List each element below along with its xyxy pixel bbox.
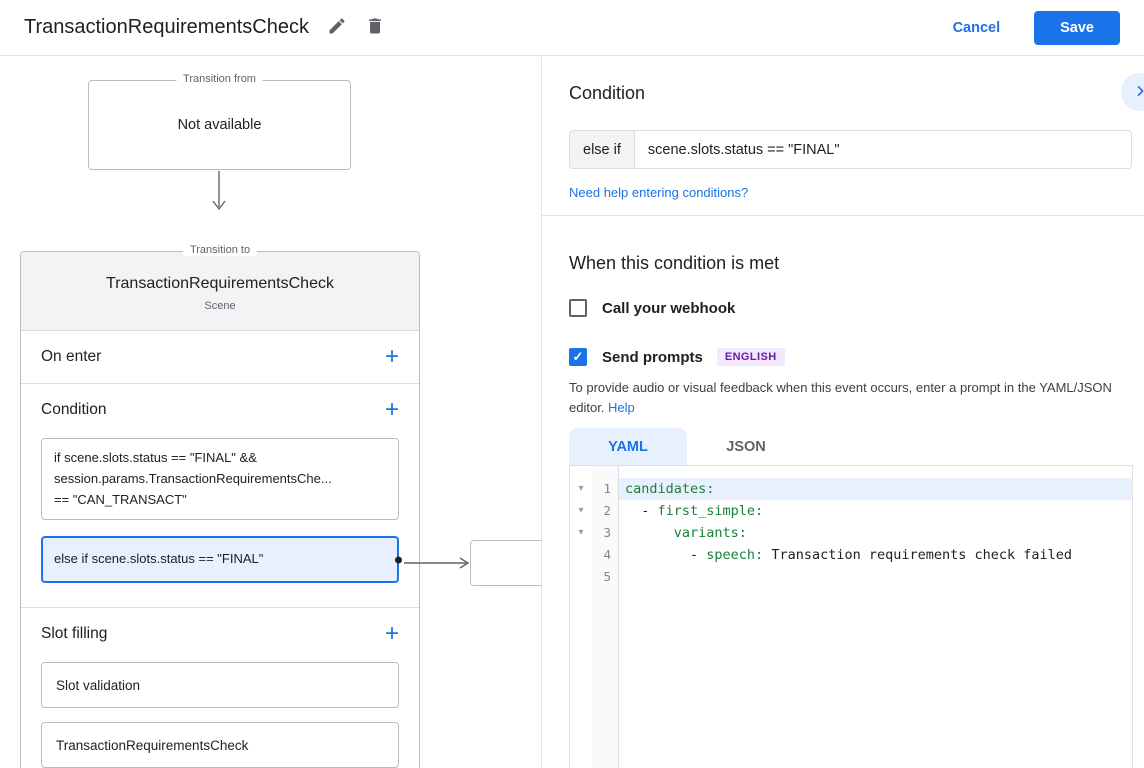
fold-gutter-empty bbox=[570, 566, 592, 588]
condition-item-2-text: else if scene.slots.status == "FINAL" bbox=[54, 551, 263, 566]
code-token: variants: bbox=[674, 525, 747, 541]
code-fold-gutter: ▾ ▾ ▾ bbox=[570, 466, 592, 768]
delete-scene-button[interactable] bbox=[365, 16, 385, 39]
condition-expression-input[interactable] bbox=[635, 131, 1131, 168]
cancel-button[interactable]: Cancel bbox=[953, 20, 1001, 36]
code-token: - bbox=[625, 547, 706, 563]
panel-title: Condition bbox=[569, 83, 645, 104]
transition-from-node[interactable]: Transition from Not available bbox=[88, 80, 351, 170]
add-slot-button[interactable]: + bbox=[385, 622, 399, 646]
connection-port-dot[interactable] bbox=[395, 556, 402, 563]
scene-node-title: TransactionRequirementsCheck bbox=[21, 275, 419, 293]
condition-prefix-label: else if bbox=[570, 131, 635, 168]
line-number: 1 bbox=[592, 478, 618, 500]
tab-json[interactable]: JSON bbox=[687, 428, 805, 465]
code-line bbox=[619, 566, 1132, 588]
tab-yaml[interactable]: YAML bbox=[569, 428, 687, 465]
code-line: variants: bbox=[619, 522, 1132, 544]
panel-divider bbox=[542, 215, 1144, 216]
condition-item-2-selected[interactable]: else if scene.slots.status == "FINAL" bbox=[41, 536, 399, 583]
on-enter-label: On enter bbox=[41, 348, 101, 366]
call-webhook-label: Call your webhook bbox=[602, 300, 735, 317]
scene-node: Transition to TransactionRequirementsChe… bbox=[20, 251, 420, 768]
slot-filling-section: Slot filling + Slot validation Transacti… bbox=[21, 608, 419, 768]
send-prompts-label: Send prompts bbox=[602, 349, 703, 366]
prompt-description-text: To provide audio or visual feedback when… bbox=[569, 380, 1112, 415]
fold-gutter-empty bbox=[570, 544, 592, 566]
edit-title-button[interactable] bbox=[327, 16, 347, 39]
language-badge: ENGLISH bbox=[717, 348, 785, 366]
slot-item-transaction-check[interactable]: TransactionRequirementsCheck bbox=[41, 722, 399, 768]
line-number: 3 bbox=[592, 522, 618, 544]
on-enter-row: On enter + bbox=[21, 331, 419, 383]
code-line: - first_simple: bbox=[619, 500, 1132, 522]
check-icon: ✓ bbox=[573, 349, 584, 365]
send-prompts-row: ✓ Send prompts ENGLISH bbox=[569, 348, 785, 366]
app: { "colors": { "accent_blue": "#1a73e8", … bbox=[0, 0, 1144, 768]
code-line: - speech: Transaction requirements check… bbox=[619, 544, 1132, 566]
line-number: 2 bbox=[592, 500, 618, 522]
slot-filling-row: Slot filling + bbox=[21, 608, 419, 660]
code-token: Transaction requirements check failed bbox=[763, 547, 1072, 563]
condition-item-1[interactable]: if scene.slots.status == "FINAL" && sess… bbox=[41, 438, 399, 520]
line-number-gutter: 1 2 3 4 5 bbox=[592, 466, 619, 768]
send-prompts-checkbox[interactable]: ✓ bbox=[569, 348, 587, 366]
transition-from-label: Transition from bbox=[176, 73, 263, 85]
condition-section-label: Condition bbox=[41, 401, 107, 419]
condition-expression-row: else if bbox=[569, 130, 1132, 169]
trash-icon bbox=[365, 16, 385, 39]
call-webhook-checkbox[interactable] bbox=[569, 299, 587, 317]
pencil-icon bbox=[327, 16, 347, 39]
code-area[interactable]: candidates: - first_simple: variants: - … bbox=[619, 466, 1132, 768]
editor-tabs: YAML JSON bbox=[569, 428, 805, 465]
scene-node-header[interactable]: TransactionRequirementsCheck Scene bbox=[21, 252, 419, 331]
transition-target-node[interactable] bbox=[470, 540, 541, 586]
slot-filling-label: Slot filling bbox=[41, 625, 107, 643]
page-title: TransactionRequirementsCheck bbox=[24, 16, 309, 39]
collapse-panel-button[interactable] bbox=[1121, 73, 1144, 111]
add-on-enter-button[interactable]: + bbox=[385, 345, 399, 369]
chevron-right-icon bbox=[1132, 83, 1144, 102]
slot-item-validation[interactable]: Slot validation bbox=[41, 662, 399, 708]
top-bar: TransactionRequirementsCheck Cancel Save bbox=[0, 0, 1144, 56]
save-button[interactable]: Save bbox=[1034, 11, 1120, 45]
arrow-right-icon bbox=[402, 555, 474, 571]
line-number: 4 bbox=[592, 544, 618, 566]
when-condition-met-title: When this condition is met bbox=[569, 253, 779, 274]
condition-help-link[interactable]: Need help entering conditions? bbox=[569, 185, 748, 200]
transition-to-label: Transition to bbox=[183, 244, 257, 256]
on-enter-section: On enter + bbox=[21, 331, 419, 384]
code-token: - bbox=[625, 503, 658, 519]
help-link[interactable]: Help bbox=[608, 400, 635, 415]
code-token: speech: bbox=[706, 547, 763, 563]
yaml-code-editor: ▾ ▾ ▾ 1 2 3 4 5 candidates: - first_simp… bbox=[569, 465, 1133, 768]
line-number: 5 bbox=[592, 566, 618, 588]
condition-section-row: Condition + bbox=[21, 384, 419, 436]
condition-section: Condition + if scene.slots.status == "FI… bbox=[21, 384, 419, 608]
scene-canvas: Transition from Not available Transition… bbox=[0, 57, 541, 768]
condition-editor-panel: Condition else if Need help entering con… bbox=[541, 57, 1144, 768]
code-token bbox=[625, 525, 674, 541]
fold-arrow-icon[interactable]: ▾ bbox=[570, 522, 592, 544]
call-webhook-row: Call your webhook bbox=[569, 299, 735, 317]
code-token: candidates: bbox=[625, 481, 714, 497]
prompt-description: To provide audio or visual feedback when… bbox=[569, 378, 1141, 418]
transition-from-text: Not available bbox=[89, 81, 350, 169]
top-bar-actions: Cancel Save bbox=[953, 11, 1120, 45]
arrow-down-icon bbox=[204, 171, 234, 215]
code-line: candidates: bbox=[619, 478, 1132, 500]
code-token: first_simple: bbox=[658, 503, 764, 519]
fold-arrow-icon[interactable]: ▾ bbox=[570, 478, 592, 500]
scene-node-subtitle: Scene bbox=[21, 300, 419, 312]
fold-arrow-icon[interactable]: ▾ bbox=[570, 500, 592, 522]
add-condition-button[interactable]: + bbox=[385, 398, 399, 422]
